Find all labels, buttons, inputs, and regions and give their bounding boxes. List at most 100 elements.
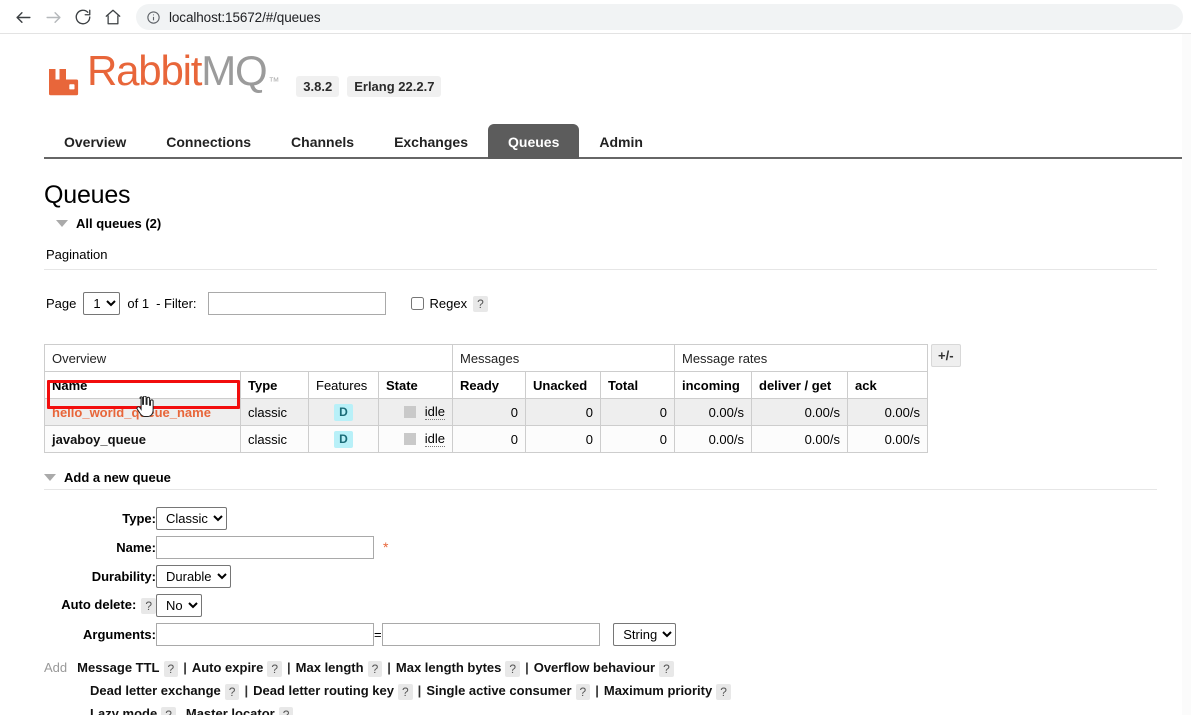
regex-checkbox[interactable] bbox=[410, 297, 424, 310]
version-badges: 3.8.2 Erlang 22.2.7 bbox=[296, 76, 442, 103]
queue-link[interactable]: javaboy_queue bbox=[52, 432, 146, 447]
state-text: idle bbox=[424, 431, 445, 447]
filter-input[interactable] bbox=[207, 292, 386, 315]
form-row-auto-delete: Auto delete:? No bbox=[44, 591, 676, 620]
forward-button[interactable] bbox=[38, 2, 68, 32]
preset-maximum-priority-help-icon[interactable]: ? bbox=[716, 683, 731, 700]
preset-dead-letter-exchange[interactable]: Dead letter exchange bbox=[90, 683, 221, 698]
scrollbar-thumb[interactable] bbox=[1182, 34, 1191, 284]
durability-select[interactable]: Durable bbox=[156, 565, 231, 588]
toggle-columns-button[interactable]: +/- bbox=[931, 344, 961, 367]
auto-delete-label: Auto delete:? bbox=[44, 591, 156, 620]
back-arrow-icon bbox=[14, 8, 33, 27]
queue-ack-cell: 0.00/s bbox=[847, 398, 928, 426]
add-argument-label: Add bbox=[44, 660, 68, 675]
preset-max-length[interactable]: Max length bbox=[296, 660, 364, 675]
preset-auto-expire-help-icon[interactable]: ? bbox=[267, 660, 283, 677]
argument-type-select[interactable]: String bbox=[613, 623, 677, 646]
preset-overflow-behaviour[interactable]: Overflow behaviour bbox=[534, 660, 655, 675]
col-features: Features bbox=[308, 371, 379, 399]
group-overview: Overview bbox=[44, 344, 453, 372]
auto-delete-select[interactable]: No bbox=[156, 594, 202, 617]
preset-maximum-priority[interactable]: Maximum priority bbox=[604, 683, 712, 698]
regex-help-icon[interactable]: ? bbox=[473, 295, 488, 312]
col-unacked[interactable]: Unacked bbox=[525, 371, 601, 399]
home-button[interactable] bbox=[98, 2, 128, 32]
all-queues-section-header[interactable]: All queues (2) bbox=[44, 212, 1157, 237]
col-total[interactable]: Total bbox=[600, 371, 675, 399]
queues-table-area: Overview Messages Message rates Name Typ… bbox=[44, 335, 1157, 453]
queues-table: Overview Messages Message rates Name Typ… bbox=[44, 344, 928, 453]
queue-deliver-get-cell: 0.00/s bbox=[751, 425, 848, 453]
form-row-durability: Durability: Durable bbox=[44, 562, 676, 591]
rabbit-logo-icon bbox=[44, 60, 84, 100]
preset-dead-letter-exchange-help-icon[interactable]: ? bbox=[224, 683, 240, 700]
preset-single-active-consumer-help-icon[interactable]: ? bbox=[575, 683, 591, 700]
preset-dead-letter-routing-key[interactable]: Dead letter routing key bbox=[253, 683, 394, 698]
preset-auto-expire[interactable]: Auto expire bbox=[192, 660, 264, 675]
col-deliver-get[interactable]: deliver / get bbox=[751, 371, 848, 399]
form-row-name: Name: * bbox=[44, 533, 676, 562]
chevron-down-icon[interactable] bbox=[56, 220, 68, 227]
queue-incoming-cell: 0.00/s bbox=[674, 398, 752, 426]
queue-type-cell: classic bbox=[240, 425, 309, 453]
reload-icon bbox=[74, 8, 92, 26]
argument-value-input[interactable] bbox=[381, 623, 600, 646]
preset-master-locator[interactable]: Master locator bbox=[186, 706, 275, 715]
queue-link[interactable]: hello_world_queue_name bbox=[52, 405, 211, 420]
tab-overview[interactable]: Overview bbox=[44, 124, 146, 159]
back-button[interactable] bbox=[8, 2, 38, 32]
col-name[interactable]: Name bbox=[44, 371, 241, 399]
col-ready[interactable]: Ready bbox=[452, 371, 526, 399]
queue-name-input[interactable] bbox=[156, 536, 374, 559]
preset-max-length-help-icon[interactable]: ? bbox=[367, 660, 383, 677]
queue-type-select[interactable]: Classic bbox=[156, 507, 227, 530]
add-queue-section-header[interactable]: Add a new queue bbox=[44, 470, 1157, 490]
logo-trademark: ™ bbox=[268, 76, 279, 88]
preset-max-length-bytes-help-icon[interactable]: ? bbox=[505, 660, 521, 677]
preset-single-active-consumer[interactable]: Single active consumer bbox=[426, 683, 571, 698]
page-select[interactable]: 1 bbox=[83, 292, 121, 315]
preset-master-locator-help-icon[interactable]: ? bbox=[278, 706, 294, 715]
address-bar[interactable]: localhost:15672/#/queues bbox=[136, 4, 1183, 30]
rabbitmq-logo[interactable]: RabbitMQ ™ bbox=[44, 50, 279, 103]
queue-features-cell: D bbox=[308, 398, 379, 426]
reload-button[interactable] bbox=[68, 2, 98, 32]
type-label: Type: bbox=[122, 511, 156, 526]
preset-message-ttl[interactable]: Message TTL bbox=[77, 660, 159, 675]
page-of-label: of 1 bbox=[127, 296, 150, 311]
tab-exchanges[interactable]: Exchanges bbox=[374, 124, 488, 159]
tab-queues[interactable]: Queues bbox=[488, 124, 580, 159]
col-type[interactable]: Type bbox=[240, 371, 309, 399]
preset-overflow-behaviour-help-icon[interactable]: ? bbox=[659, 660, 674, 677]
add-queue-section: Add a new queue Type: Classic Name: * Du… bbox=[44, 453, 1157, 715]
argument-key-input[interactable] bbox=[156, 623, 374, 646]
preset-message-ttl-help-icon[interactable]: ? bbox=[163, 660, 179, 677]
preset-dead-letter-routing-key-help-icon[interactable]: ? bbox=[397, 683, 413, 700]
argument-equals-sign: = bbox=[374, 627, 382, 642]
mouse-cursor-icon bbox=[136, 396, 154, 417]
tab-channels[interactable]: Channels bbox=[271, 124, 374, 159]
tab-admin[interactable]: Admin bbox=[579, 124, 663, 159]
queue-total-cell: 0 bbox=[600, 425, 675, 453]
auto-delete-help-icon[interactable]: ? bbox=[141, 597, 156, 614]
info-circle-icon[interactable] bbox=[146, 10, 161, 25]
tab-connections[interactable]: Connections bbox=[146, 124, 271, 159]
chevron-down-icon[interactable] bbox=[44, 474, 56, 481]
preset-lazy-mode-help-icon[interactable]: ? bbox=[161, 706, 176, 715]
regex-control[interactable]: Regex ? bbox=[410, 295, 488, 312]
regex-label: Regex bbox=[429, 296, 468, 311]
col-ack[interactable]: ack bbox=[847, 371, 928, 399]
durable-badge: D bbox=[334, 430, 353, 448]
queue-total-cell: 0 bbox=[600, 398, 675, 426]
queue-features-cell: D bbox=[308, 425, 379, 453]
rabbitmq-version-badge: 3.8.2 bbox=[296, 76, 340, 97]
forward-arrow-icon bbox=[44, 8, 63, 27]
queue-ready-cell: 0 bbox=[452, 425, 526, 453]
vertical-scrollbar[interactable] bbox=[1182, 34, 1191, 715]
preset-max-length-bytes[interactable]: Max length bytes bbox=[396, 660, 501, 675]
col-incoming[interactable]: incoming bbox=[674, 371, 752, 399]
preset-lazy-mode[interactable]: Lazy mode bbox=[90, 706, 157, 715]
browser-toolbar: localhost:15672/#/queues bbox=[0, 0, 1191, 34]
col-state[interactable]: State bbox=[378, 371, 453, 399]
